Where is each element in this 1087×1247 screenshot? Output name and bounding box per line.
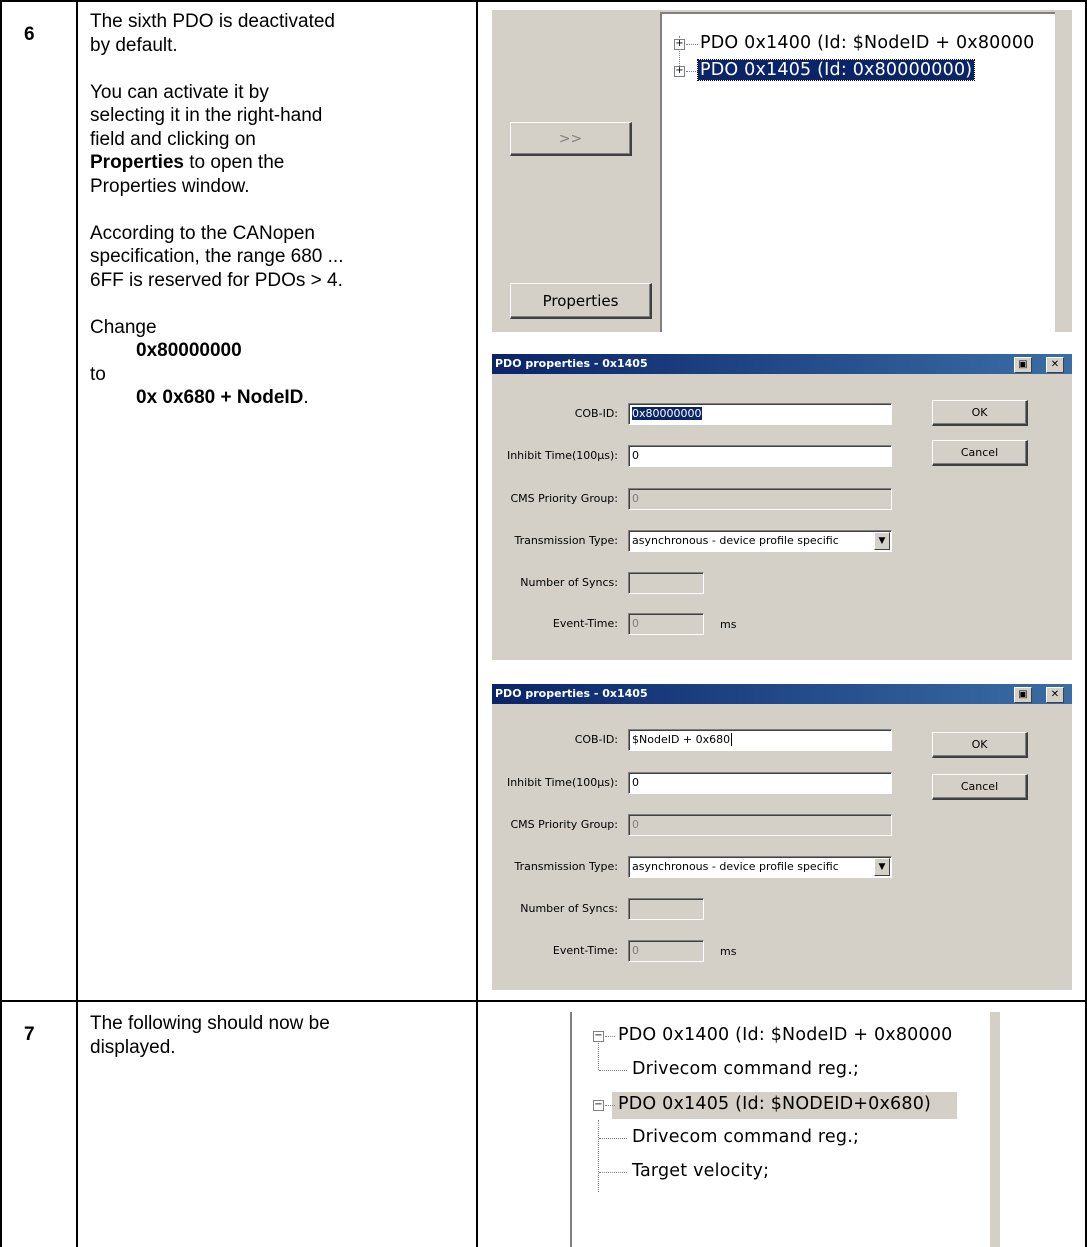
cancel-button[interactable]: Cancel	[932, 440, 1028, 466]
tree-node-target-velocity[interactable]: Target velocity;	[632, 1161, 769, 1181]
event-time-label: Event-Time:	[552, 617, 618, 630]
cms-priority-label: CMS Priority Group:	[510, 818, 619, 831]
number-of-syncs-label: Number of Syncs:	[520, 576, 618, 589]
tree-node-pdo-1405[interactable]: PDO 0x1405 (Id: 0x80000000)	[696, 59, 976, 81]
cancel-button[interactable]: Cancel	[932, 774, 1028, 800]
dialog-title: PDO properties - 0x1405	[492, 684, 1072, 704]
step-description: The following should now be displayed.	[90, 1013, 330, 1058]
tree-node-pdo-1400[interactable]: PDO 0x1400 (Id: $NodeID + 0x80000	[618, 1025, 953, 1045]
tree-node-drivecom-command[interactable]: Drivecom command reg.;	[632, 1127, 859, 1147]
cob-id-label: COB-ID:	[574, 733, 618, 746]
transmission-type-label: Transmission Type:	[514, 534, 618, 547]
cms-priority-field: 0	[628, 488, 892, 510]
inhibit-time-field[interactable]: 0	[628, 772, 892, 794]
cob-id-field[interactable]: $NodeID + 0x680	[628, 729, 892, 751]
transmission-type-select[interactable]: asynchronous - device profile specific ▼	[628, 530, 892, 552]
number-of-syncs-field	[628, 572, 704, 594]
tree-node-pdo-1400[interactable]: PDO 0x1400 (Id: $NodeID + 0x80000	[700, 33, 1035, 53]
pdo-tree-result-screenshot: − PDO 0x1400 (Id: $NodeID + 0x80000 Driv…	[570, 1012, 1000, 1247]
pdo-properties-dialog: PDO properties - 0x1405 ▣ ✕ COB-ID: 0x80…	[492, 354, 1072, 660]
help-icon[interactable]: ▣	[1014, 687, 1032, 703]
cob-id-label: COB-ID:	[574, 407, 618, 420]
help-icon[interactable]: ▣	[1014, 357, 1032, 373]
pdo-list-screenshot: >> Properties + PDO 0x1400 (Id: $NodeID …	[492, 10, 1072, 332]
dialog-title: PDO properties - 0x1405	[492, 354, 1072, 374]
number-of-syncs-label: Number of Syncs:	[520, 902, 618, 915]
step-number: 7	[24, 1024, 35, 1045]
chevron-down-icon[interactable]: ▼	[874, 532, 890, 550]
event-time-field: 0	[628, 613, 704, 635]
properties-button[interactable]: Properties	[510, 283, 652, 319]
cms-priority-label: CMS Priority Group:	[510, 492, 619, 505]
ok-button[interactable]: OK	[932, 400, 1028, 426]
pdo-tree-panel[interactable]: − PDO 0x1400 (Id: $NodeID + 0x80000 Driv…	[570, 1012, 990, 1247]
event-time-field: 0	[628, 940, 704, 962]
event-time-unit: ms	[720, 618, 737, 631]
transmission-type-select[interactable]: asynchronous - device profile specific ▼	[628, 856, 892, 878]
cob-id-field[interactable]: 0x80000000	[628, 403, 892, 425]
tree-node-pdo-1405[interactable]: PDO 0x1405 (Id: $NODEID+0x680)	[618, 1094, 931, 1114]
collapse-icon[interactable]: −	[593, 1031, 604, 1042]
new-value: 0x 0x680 + NodeID	[136, 387, 304, 408]
pdo-properties-dialog: PDO properties - 0x1405 ▣ ✕ COB-ID: $Nod…	[492, 684, 1072, 990]
pdo-tree-panel[interactable]: + PDO 0x1400 (Id: $NodeID + 0x80000 + PD…	[660, 12, 1055, 332]
inhibit-time-label: Inhibit Time(100µs):	[506, 776, 618, 789]
tree-node-drivecom-command[interactable]: Drivecom command reg.;	[632, 1059, 859, 1079]
close-icon[interactable]: ✕	[1046, 687, 1064, 703]
move-right-button[interactable]: >>	[510, 122, 632, 156]
collapse-icon[interactable]: −	[593, 1100, 604, 1111]
event-time-unit: ms	[720, 945, 737, 958]
properties-term: Properties	[90, 152, 184, 173]
transmission-type-label: Transmission Type:	[514, 860, 618, 873]
old-value: 0x80000000	[136, 340, 242, 361]
close-icon[interactable]: ✕	[1046, 357, 1064, 373]
step-description: The sixth PDO is deactivated by default.…	[90, 10, 470, 410]
chevron-down-icon[interactable]: ▼	[874, 858, 890, 876]
number-of-syncs-field	[628, 898, 704, 920]
event-time-label: Event-Time:	[552, 944, 618, 957]
ok-button[interactable]: OK	[932, 732, 1028, 758]
inhibit-time-field[interactable]: 0	[628, 445, 892, 467]
text-cursor	[731, 733, 733, 746]
cms-priority-field: 0	[628, 814, 892, 836]
expand-icon[interactable]: +	[674, 66, 685, 77]
step-number: 6	[24, 24, 35, 45]
expand-icon[interactable]: +	[674, 39, 685, 50]
inhibit-time-label: Inhibit Time(100µs):	[506, 449, 618, 462]
